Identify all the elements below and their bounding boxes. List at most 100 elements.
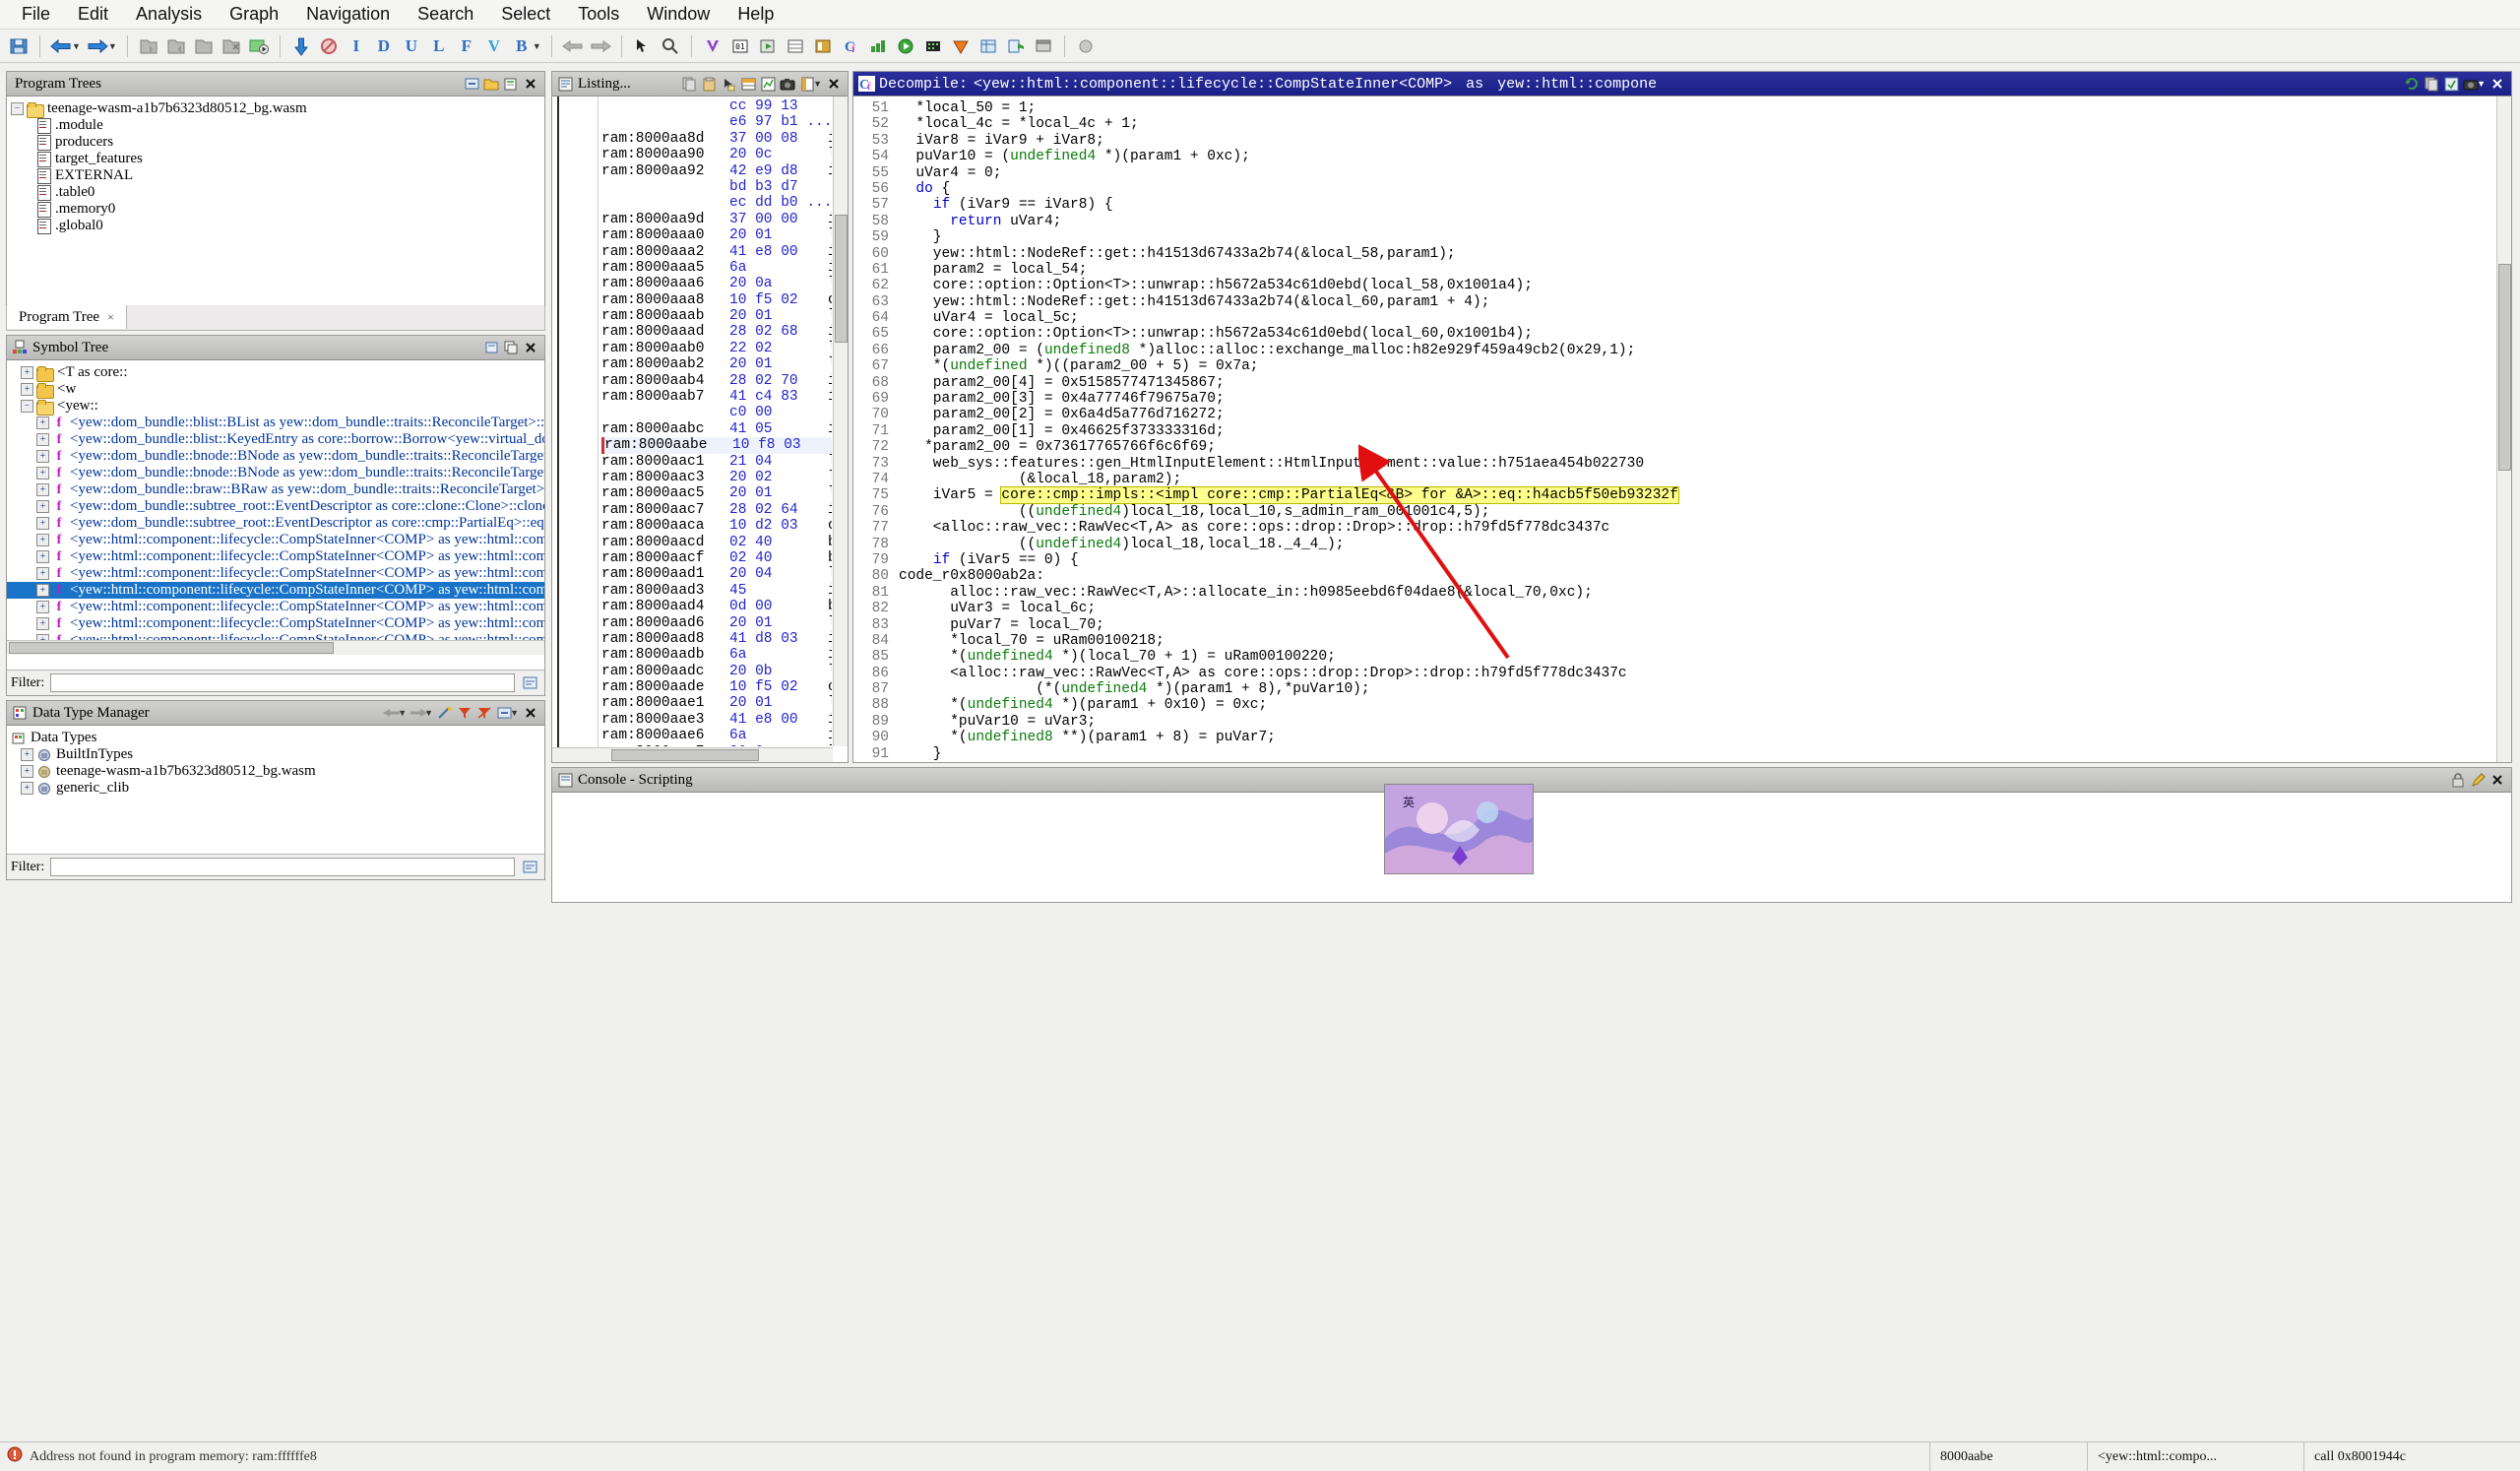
- decompiler-line[interactable]: 78 ((undefined4)local_18,local_18._4_4_)…: [855, 537, 2495, 552]
- listing-row[interactable]: ram:8000aaa2 41 e8 00 i: [601, 244, 832, 260]
- bookmark-icon[interactable]: B: [509, 33, 535, 59]
- save-icon[interactable]: [6, 33, 32, 59]
- listing-row[interactable]: ram:8000aad4 0d 00 b: [601, 599, 832, 614]
- expand-toggle-icon[interactable]: +: [36, 450, 49, 463]
- close-program-icon[interactable]: [219, 33, 244, 59]
- export-icon[interactable]: [2441, 74, 2461, 94]
- symbol-function-row[interactable]: + f <yew::dom_bundle::subtree_root::EventD…: [7, 515, 544, 532]
- listing-row[interactable]: ram:8000aae3 41 e8 00 i: [601, 712, 832, 728]
- listing-row[interactable]: ram:8000aaa0 20 01 l: [601, 227, 832, 243]
- listing-row[interactable]: ram:8000aab4 28 02 70 i: [601, 373, 832, 389]
- open-folder-icon[interactable]: [481, 74, 501, 94]
- listing-row[interactable]: ram:8000aacf 02 40 b: [601, 550, 832, 566]
- decompiler-line[interactable]: 83 puVar7 = local_70;: [855, 617, 2495, 633]
- export-green-icon[interactable]: [755, 33, 781, 59]
- forward-arrow-icon[interactable]: [85, 33, 110, 59]
- close-icon[interactable]: [2488, 74, 2507, 94]
- chart-icon[interactable]: [758, 74, 778, 94]
- expand-toggle-icon[interactable]: +: [36, 500, 49, 513]
- listing-row[interactable]: cc 99 13: [601, 98, 832, 114]
- decompiler-line[interactable]: 81 alloc::raw_vec::RawVec<T,A>::allocate…: [855, 585, 2495, 601]
- tab-program-tree[interactable]: Program Tree ×: [7, 305, 127, 329]
- decompiler-code[interactable]: 51 *local_50 = 1; 52 *local_4c = *local_4…: [855, 100, 2495, 762]
- tab-close-icon[interactable]: ×: [107, 310, 114, 325]
- instruction-icon[interactable]: I: [344, 33, 369, 59]
- decompiler-line[interactable]: 85 *(undefined4 *)(local_70 + 1) = uRam0…: [855, 649, 2495, 665]
- listing-row[interactable]: ram:8000aa8d 37 00 08 i: [601, 131, 832, 147]
- listing-vscroll-thumb[interactable]: [835, 215, 848, 343]
- filter-b-icon[interactable]: [474, 703, 494, 723]
- listing-row[interactable]: ram:8000aac1 21 04 l: [601, 454, 832, 470]
- decompiler-line[interactable]: 67 *(undefined *)((param2_00 + 5) = 0x7a…: [855, 358, 2495, 374]
- expand-toggle-icon[interactable]: +: [36, 550, 49, 563]
- refresh-icon[interactable]: [2402, 74, 2422, 94]
- listing-rows[interactable]: cc 99 13 e6 97 b1 ... ram:8000aa8d 37 00 08…: [601, 98, 832, 746]
- data-types-row-wasm[interactable]: + teenage-wasm-a1b7b6323d80512_bg.wasm: [7, 763, 544, 780]
- symbol-function-row[interactable]: + f <yew::html::component::lifecycle::Comp…: [7, 548, 544, 565]
- decompiler-line[interactable]: 69 param2_00[3] = 0x4a77746f79675a70;: [855, 391, 2495, 407]
- symbol-function-row[interactable]: + f <yew::html::component::lifecycle::Comp…: [7, 615, 544, 632]
- decompiler-line[interactable]: 75 iVar5 = core::cmp::impls::<impl core:…: [855, 486, 2495, 505]
- menu-window[interactable]: Window: [633, 1, 724, 28]
- clone-icon[interactable]: [501, 338, 521, 357]
- listing-row[interactable]: ram:8000aae6 6a i: [601, 728, 832, 743]
- paste-icon[interactable]: [699, 74, 719, 94]
- help-icon[interactable]: [1073, 33, 1099, 59]
- tree-row-root[interactable]: − teenage-wasm-a1b7b6323d80512_bg.wasm: [7, 100, 544, 118]
- listing-row[interactable]: ram:8000aa92 42 e9 d8 i: [601, 163, 832, 179]
- symbol-node-t-as-core[interactable]: + <T as core::: [7, 364, 544, 382]
- menu-caret-icon[interactable]: ▼: [2477, 79, 2486, 89]
- listing-row[interactable]: ram:8000aacd 02 40 b: [601, 535, 832, 550]
- symbol-function-row[interactable]: + f <yew::dom_bundle::bnode::BNode as yew:…: [7, 448, 544, 465]
- listing-row[interactable]: ram:8000aae1 20 01 l: [601, 695, 832, 711]
- layout-caret-icon[interactable]: ▼: [813, 79, 822, 89]
- listing-row[interactable]: e6 97 b1 ...: [601, 114, 832, 130]
- decompiler-line[interactable]: 66 param2_00 = (undefined8 *)alloc::allo…: [855, 343, 2495, 358]
- copy-icon[interactable]: [2422, 74, 2441, 94]
- decompile-icon[interactable]: Cf: [838, 33, 863, 59]
- expand-toggle-icon[interactable]: +: [36, 617, 49, 630]
- prev-nav-icon[interactable]: [560, 33, 586, 59]
- expand-toggle-icon[interactable]: +: [21, 782, 33, 795]
- symbol-node-yew[interactable]: − <yew::: [7, 398, 544, 416]
- tree-row-memory0[interactable]: .memory0: [7, 201, 544, 218]
- symbol-tree-filter-input[interactable]: [50, 673, 515, 692]
- label-icon[interactable]: L: [426, 33, 452, 59]
- menu-navigation[interactable]: Navigation: [292, 1, 404, 28]
- lock-icon[interactable]: [2448, 770, 2468, 790]
- listing-row[interactable]: ram:8000aa9d 37 00 00 i: [601, 212, 832, 227]
- decompiler-line[interactable]: 91 }: [855, 746, 2495, 762]
- collapse-toggle-icon[interactable]: −: [21, 400, 33, 413]
- menu-tools[interactable]: Tools: [564, 1, 633, 28]
- decompiler-line[interactable]: 76 ((undefined4)local_18,local_10,s_admi…: [855, 504, 2495, 520]
- expand-toggle-icon[interactable]: +: [21, 383, 33, 396]
- expand-toggle-icon[interactable]: +: [36, 601, 49, 613]
- decompiler-line[interactable]: 71 param2_00[1] = 0x46625f373333316d;: [855, 423, 2495, 439]
- filter-a-icon[interactable]: [455, 703, 474, 723]
- decompiler-line[interactable]: 57 if (iVar9 == iVar8) {: [855, 197, 2495, 213]
- listing-row[interactable]: ram:8000aaad 28 02 68 i: [601, 324, 832, 340]
- close-icon[interactable]: [521, 338, 540, 357]
- listing-row[interactable]: c0 00: [601, 405, 832, 420]
- menu-search[interactable]: Search: [404, 1, 487, 28]
- listing-row[interactable]: ram:8000aad1 20 04 l: [601, 566, 832, 582]
- decompiler-line[interactable]: 68 param2_00[4] = 0x5158577471345867;: [855, 375, 2495, 391]
- next-nav-icon[interactable]: [588, 33, 613, 59]
- data-types-row-genericclib[interactable]: + generic_clib: [7, 780, 544, 797]
- listing-row[interactable]: ram:8000aaab 20 01 l: [601, 308, 832, 324]
- decompiler-vscroll-thumb[interactable]: [2498, 264, 2511, 471]
- symbol-function-row[interactable]: + f <yew::dom_bundle::bnode::BNode as yew:…: [7, 465, 544, 481]
- listing-row[interactable]: ram:8000aadc 20 0b l: [601, 664, 832, 679]
- expand-toggle-icon[interactable]: +: [21, 765, 33, 778]
- diff-icon[interactable]: [810, 33, 836, 59]
- decompiler-line[interactable]: 64 uVar4 = local_5c;: [855, 310, 2495, 326]
- tree-row-producers[interactable]: producers: [7, 134, 544, 151]
- expand-toggle-icon[interactable]: +: [36, 534, 49, 546]
- menu-caret-icon[interactable]: ▼: [510, 708, 519, 718]
- expand-toggle-icon[interactable]: +: [36, 467, 49, 480]
- decompiler-vscrollbar[interactable]: [2496, 96, 2511, 762]
- symbol-tree-hscrollbar[interactable]: [7, 640, 544, 655]
- filter-options-icon[interactable]: [521, 858, 540, 877]
- snapshot-icon[interactable]: [630, 33, 656, 59]
- rename-icon[interactable]: [481, 338, 501, 357]
